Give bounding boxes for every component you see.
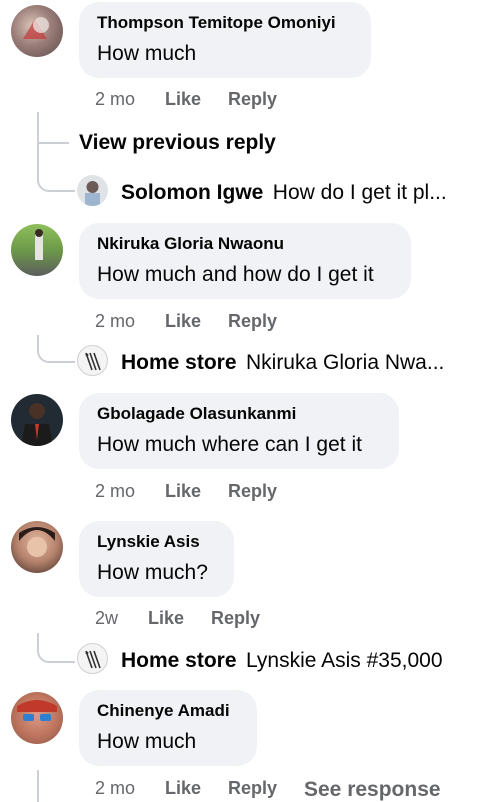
comment-bubble: Gbolagade Olasunkanmi How much where can… xyxy=(79,393,399,469)
store-logo-icon xyxy=(85,650,101,669)
like-button[interactable]: Like xyxy=(165,778,201,799)
comment-author[interactable]: Lynskie Asis xyxy=(97,532,200,552)
reply-author[interactable]: Home store xyxy=(121,351,237,374)
reply-author[interactable]: Home store xyxy=(121,649,237,672)
thread-elbow xyxy=(37,335,75,363)
reply-row[interactable]: Home store Nkiruka Gloria Nwa... xyxy=(121,351,444,375)
comment-bubble: Nkiruka Gloria Nwaonu How much and how d… xyxy=(79,223,411,299)
comment-author[interactable]: Thompson Temitope Omoniyi xyxy=(97,13,336,33)
reply-text: Nkiruka Gloria Nwa... xyxy=(245,351,445,374)
reply-text: How do I get it pl... xyxy=(272,181,447,204)
reply-button[interactable]: Reply xyxy=(228,481,277,502)
like-button[interactable]: Like xyxy=(148,608,184,629)
thread-elbow xyxy=(37,160,75,192)
avatar-image xyxy=(23,17,49,39)
reply-row[interactable]: Home store Lynskie Asis #35,000 xyxy=(121,649,443,673)
comment-text: How much xyxy=(97,42,197,65)
comment-author[interactable]: Nkiruka Gloria Nwaonu xyxy=(97,234,284,254)
view-previous-reply-link[interactable]: View previous reply xyxy=(79,131,276,155)
avatar[interactable] xyxy=(77,345,108,376)
comment-age[interactable]: 2 mo xyxy=(95,481,135,502)
reply-author[interactable]: Solomon Igwe xyxy=(121,181,263,204)
comment-age[interactable]: 2w xyxy=(95,608,118,629)
reply-button[interactable]: Reply xyxy=(228,311,277,332)
avatar-image xyxy=(17,700,57,721)
avatar[interactable] xyxy=(11,5,63,57)
thread-elbow xyxy=(37,633,75,663)
comment-bubble: Lynskie Asis How much? xyxy=(79,521,234,597)
avatar[interactable] xyxy=(11,692,63,744)
reply-button[interactable]: Reply xyxy=(228,89,277,110)
avatar[interactable] xyxy=(77,643,108,674)
thread-branch xyxy=(37,142,69,144)
comment-text: How much xyxy=(97,730,197,753)
comment-author[interactable]: Chinenye Amadi xyxy=(97,701,230,721)
comment-age[interactable]: 2 mo xyxy=(95,89,135,110)
reply-button[interactable]: Reply xyxy=(211,608,260,629)
avatar[interactable] xyxy=(11,224,63,276)
comment-age[interactable]: 2 mo xyxy=(95,778,135,799)
comment-bubble: Chinenye Amadi How much xyxy=(79,690,257,766)
like-button[interactable]: Like xyxy=(165,481,201,502)
avatar-image xyxy=(35,229,43,260)
avatar-image xyxy=(19,527,55,557)
comment-text: How much where can I get it xyxy=(97,433,362,456)
avatar-image xyxy=(21,403,53,446)
see-response-button[interactable]: See response xyxy=(304,778,441,802)
like-button[interactable]: Like xyxy=(165,89,201,110)
comment-author[interactable]: Gbolagade Olasunkanmi xyxy=(97,404,296,424)
comment-bubble: Thompson Temitope Omoniyi How much xyxy=(79,2,371,78)
reply-row[interactable]: Solomon Igwe How do I get it pl... xyxy=(121,181,447,205)
comment-text: How much and how do I get it xyxy=(97,263,374,286)
comment-text: How much? xyxy=(97,561,208,584)
avatar[interactable] xyxy=(11,394,63,446)
avatar[interactable] xyxy=(77,175,108,206)
reply-text: Lynskie Asis #35,000 xyxy=(245,649,443,672)
store-logo-icon xyxy=(85,352,101,371)
reply-button[interactable]: Reply xyxy=(228,778,277,799)
comment-age[interactable]: 2 mo xyxy=(95,311,135,332)
like-button[interactable]: Like xyxy=(165,311,201,332)
avatar-image xyxy=(85,181,100,206)
thread-line xyxy=(37,770,39,802)
avatar[interactable] xyxy=(11,521,63,573)
